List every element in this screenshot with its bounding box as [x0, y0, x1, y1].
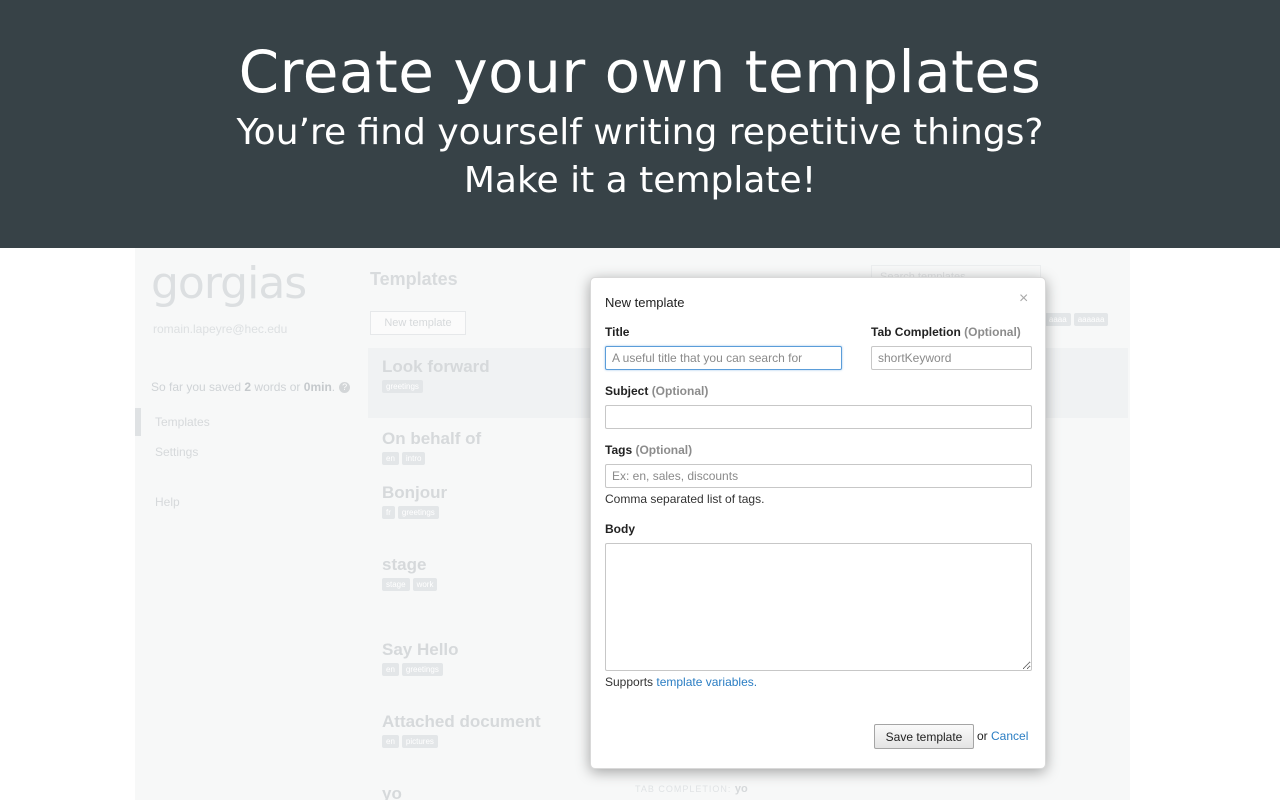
saved-suffix: . [331, 380, 336, 394]
dialog-title: New template [605, 295, 685, 310]
template-variables-help: Supports template variables. [605, 675, 757, 689]
filter-tag[interactable]: aaaa [1044, 313, 1071, 326]
tags-input[interactable] [605, 464, 1032, 488]
page-title: Templates [370, 269, 458, 289]
template-tag: intro [401, 452, 426, 465]
subject-label-text: Subject [605, 384, 649, 398]
optional-hint: (Optional) [964, 325, 1021, 339]
saved-minutes: 0min [303, 380, 332, 394]
template-name: Look forward [382, 357, 490, 376]
saved-middle: words or [251, 380, 304, 394]
tab-completion-label-text: Tab Completion [871, 325, 961, 339]
title-input[interactable] [605, 346, 842, 370]
tags-label: Tags (Optional) [605, 443, 692, 457]
subject-input[interactable] [605, 405, 1032, 429]
body-textarea[interactable] [605, 543, 1032, 671]
close-icon[interactable]: × [1019, 290, 1028, 308]
template-tag: en [382, 735, 399, 748]
tags-help-text: Comma separated list of tags. [605, 492, 765, 506]
template-tag: en [382, 663, 399, 676]
supports-text: Supports [605, 675, 657, 689]
optional-hint: (Optional) [651, 384, 709, 398]
promo-banner: Create your own templates You’re find yo… [0, 0, 1280, 248]
template-tag: stage [382, 578, 410, 591]
new-template-dialog: New template × Title Tab Completion (Opt… [590, 277, 1046, 769]
filter-tag[interactable]: aaaaaa [1073, 313, 1109, 326]
saved-stats: So far you saved 2 words or 0min.? [151, 380, 351, 394]
sidebar-item-templates[interactable]: Templates [155, 415, 210, 429]
user-email: romain.lapeyre@hec.edu [153, 322, 288, 336]
template-name: On behalf of [382, 429, 482, 448]
or-text: or [977, 729, 988, 743]
tab-completion-value: yo [734, 783, 748, 795]
banner-subtitle-line-2: Make it a template! [463, 160, 817, 201]
template-name: Attached document [382, 712, 541, 731]
sidebar-item-settings[interactable]: Settings [155, 445, 198, 459]
tab-completion-readout: TAB COMPLETION: yo [635, 783, 748, 795]
banner-headline: Create your own templates [238, 38, 1042, 106]
template-tag: en [382, 452, 399, 465]
save-template-button[interactable]: Save template [874, 724, 974, 749]
title-label-text: Title [605, 325, 630, 339]
subject-label: Subject (Optional) [605, 384, 708, 398]
template-name: Say Hello [382, 640, 459, 659]
cancel-link[interactable]: Cancel [991, 729, 1028, 743]
template-tag: greetings [397, 506, 439, 519]
banner-subtitle-line-1: You’re find yourself writing repetitive … [236, 112, 1044, 153]
template-name: stage [382, 555, 427, 574]
sidebar-item-help[interactable]: Help [155, 495, 180, 509]
template-name: yo [382, 784, 402, 800]
question-icon[interactable]: ? [339, 382, 351, 394]
template-tag: greetings [382, 380, 423, 393]
template-tag: fr [382, 506, 395, 519]
gorgias-logo: gorgias [151, 258, 307, 309]
tags-label-text: Tags [605, 443, 633, 457]
tab-completion-label: TAB COMPLETION: [635, 784, 732, 794]
title-label: Title [605, 325, 629, 339]
new-template-button[interactable]: New template [370, 311, 466, 335]
template-tag: greetings [401, 663, 443, 676]
template-tag: pictures [401, 735, 438, 748]
body-label: Body [605, 522, 635, 536]
saved-prefix: So far you saved [151, 380, 245, 394]
active-nav-indicator [135, 408, 141, 436]
template-tag: work [412, 578, 438, 591]
template-variables-link[interactable]: template variables. [656, 675, 757, 689]
tab-completion-input[interactable] [871, 346, 1032, 370]
tab-completion-label: Tab Completion (Optional) [871, 325, 1021, 339]
template-name: Bonjour [382, 483, 448, 502]
optional-hint: (Optional) [635, 443, 693, 457]
body-label-text: Body [605, 522, 635, 536]
